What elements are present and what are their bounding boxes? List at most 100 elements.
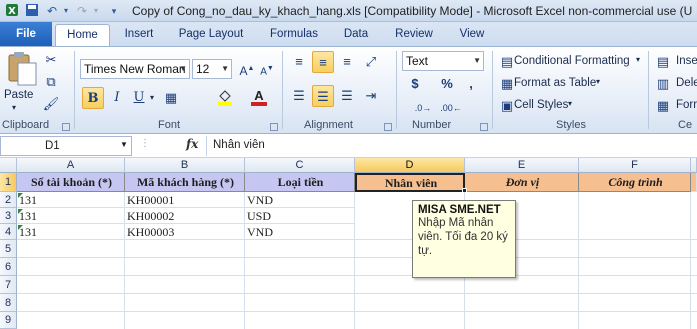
currency-button[interactable]: $: [404, 73, 426, 95]
bold-button[interactable]: B: [82, 87, 104, 109]
column-header-d[interactable]: D: [355, 158, 465, 173]
tab-view[interactable]: View: [455, 24, 489, 46]
paste-button[interactable]: Paste: [4, 89, 33, 101]
chevron-down-icon[interactable]: ▾: [636, 55, 640, 64]
format-as-table-button[interactable]: Format as Table: [514, 77, 596, 89]
font-launcher-icon[interactable]: [270, 123, 278, 131]
undo-dropdown-icon[interactable]: ▾: [58, 3, 74, 19]
indent-icon[interactable]: ⇥: [360, 85, 382, 107]
delete-cells-button[interactable]: Dele: [676, 77, 697, 89]
shrink-font-icon[interactable]: A▼: [256, 58, 278, 80]
row-header-8[interactable]: 8: [0, 294, 17, 312]
comma-button[interactable]: ,: [460, 73, 482, 95]
tab-formulas[interactable]: Formulas: [265, 24, 323, 46]
row-header-7[interactable]: 7: [0, 276, 17, 294]
redo-dropdown-icon[interactable]: ▾: [88, 3, 104, 19]
save-icon[interactable]: [24, 3, 40, 19]
copy-icon[interactable]: ⧉: [40, 71, 62, 93]
align-bottom-icon[interactable]: ≡: [336, 51, 358, 73]
delete-cells-icon[interactable]: ▥: [652, 73, 674, 95]
font-size-combo[interactable]: 12 ▼: [192, 59, 232, 79]
cell-d1[interactable]: Nhân viên: [355, 173, 465, 192]
error-indicator-icon: [18, 209, 23, 214]
increase-decimal-icon[interactable]: .0→: [412, 97, 434, 119]
cell-a4[interactable]: 131: [17, 224, 125, 240]
row-header-4[interactable]: 4: [0, 224, 17, 240]
cell-a2[interactable]: 131: [17, 192, 125, 208]
cell-g1[interactable]: [691, 173, 697, 192]
orientation-icon[interactable]: ⤢: [360, 51, 382, 73]
underline-dropdown-icon[interactable]: ▾: [150, 93, 154, 102]
cell-b4[interactable]: KH00003: [125, 224, 245, 240]
format-painter-icon[interactable]: 🖌: [40, 93, 62, 115]
paste-icon[interactable]: [4, 51, 38, 87]
name-box-dropdown-icon[interactable]: ▼: [120, 140, 128, 149]
underline-button[interactable]: U: [128, 87, 150, 109]
row-header-6[interactable]: 6: [0, 258, 17, 276]
grow-font-icon[interactable]: A▲: [236, 58, 258, 80]
tab-file[interactable]: File: [0, 22, 52, 46]
fill-color-icon[interactable]: [214, 87, 236, 109]
tab-data[interactable]: Data: [340, 24, 372, 46]
decrease-decimal-icon[interactable]: .00←: [440, 97, 462, 119]
row-header-1[interactable]: 1: [0, 173, 17, 192]
borders-icon[interactable]: ▦: [160, 87, 182, 109]
column-header-b[interactable]: B: [125, 158, 245, 173]
font-name-combo[interactable]: Times New Roman ▼: [80, 59, 190, 79]
cell-c4[interactable]: VND: [245, 224, 355, 240]
cell-c3[interactable]: USD: [245, 208, 355, 224]
number-launcher-icon[interactable]: [480, 123, 488, 131]
cell-c2[interactable]: VND: [245, 192, 355, 208]
formula-input[interactable]: Nhân viên: [206, 136, 697, 156]
cell-b2[interactable]: KH00001: [125, 192, 245, 208]
insert-cells-button[interactable]: Inse: [676, 55, 697, 67]
tab-insert[interactable]: Insert: [118, 24, 160, 46]
cell-styles-button[interactable]: Cell Styles: [514, 99, 568, 111]
cell-a1[interactable]: Số tài khoản (*): [17, 173, 125, 192]
select-all-corner[interactable]: [0, 158, 17, 173]
formula-bar-resize-icon[interactable]: ⋮: [140, 138, 150, 149]
paste-dropdown-icon[interactable]: ▾: [12, 103, 16, 112]
row-header-9[interactable]: 9: [0, 312, 17, 329]
row-header-5[interactable]: 5: [0, 240, 17, 258]
italic-button[interactable]: I: [106, 87, 128, 109]
alignment-launcher-icon[interactable]: [384, 123, 392, 131]
clipboard-launcher-icon[interactable]: [62, 123, 70, 131]
percent-button[interactable]: %: [436, 73, 458, 95]
chevron-down-icon[interactable]: ▾: [596, 77, 600, 86]
format-cells-button[interactable]: Forr: [676, 99, 697, 111]
column-header-g[interactable]: [691, 158, 697, 173]
tab-page-layout[interactable]: Page Layout: [175, 24, 247, 46]
font-color-button[interactable]: A: [248, 85, 270, 107]
fill-handle[interactable]: [462, 188, 467, 193]
row-header-2[interactable]: 2: [0, 192, 17, 208]
chevron-down-icon[interactable]: ▾: [568, 99, 572, 108]
cell-a3[interactable]: 131: [17, 208, 125, 224]
column-header-c[interactable]: C: [245, 158, 355, 173]
insert-function-button[interactable]: fx: [186, 137, 198, 151]
align-middle-icon[interactable]: ≡: [312, 51, 334, 73]
tab-review[interactable]: Review: [390, 24, 438, 46]
cell-b3[interactable]: KH00002: [125, 208, 245, 224]
column-header-e[interactable]: E: [465, 158, 579, 173]
row-line: [17, 239, 697, 240]
column-header-a[interactable]: A: [17, 158, 125, 173]
insert-cells-icon[interactable]: ▤: [652, 51, 674, 73]
align-left-icon[interactable]: ☰: [288, 85, 310, 107]
number-format-combo[interactable]: Text ▼: [402, 51, 484, 71]
cell-e1[interactable]: Đơn vị: [465, 173, 579, 192]
align-right-icon[interactable]: ☰: [336, 85, 358, 107]
tab-home[interactable]: Home: [55, 24, 110, 46]
align-top-icon[interactable]: ≡: [288, 51, 310, 73]
cell-b1[interactable]: Mã khách hàng (*): [125, 173, 245, 192]
align-center-icon[interactable]: ☰: [312, 85, 334, 107]
format-cells-icon[interactable]: ▦: [652, 95, 674, 117]
customize-qat-icon[interactable]: ▾: [106, 3, 122, 19]
cell-c1[interactable]: Loại tiền: [245, 173, 355, 192]
conditional-formatting-button[interactable]: Conditional Formatting: [514, 55, 630, 67]
cell-f1[interactable]: Công trình: [579, 173, 691, 192]
row-header-3[interactable]: 3: [0, 208, 17, 224]
cut-icon[interactable]: ✂: [40, 49, 62, 71]
column-header-f[interactable]: F: [579, 158, 691, 173]
name-box[interactable]: D1: [0, 136, 132, 156]
